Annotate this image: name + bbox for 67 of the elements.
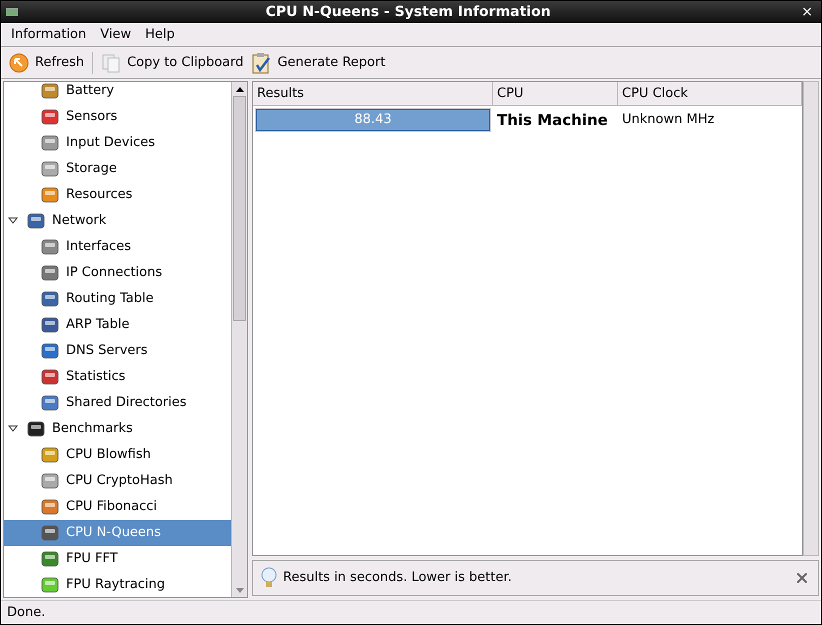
window-title: CPU N-Queens - System Information [264, 2, 552, 22]
tree-item[interactable]: Battery [4, 82, 231, 104]
item-icon [40, 185, 60, 205]
result-value: 88.43 [353, 111, 393, 130]
down-arrow-icon[interactable] [236, 588, 244, 592]
tree-item[interactable]: IP Connections [4, 260, 231, 286]
tree-item[interactable]: Shared Directories [4, 390, 231, 416]
info-text: Results in seconds. Lower is better. [283, 569, 513, 588]
column-header[interactable]: CPU [493, 82, 618, 105]
item-icon [40, 497, 60, 517]
tree-item[interactable]: CPU Blowfish [4, 442, 231, 468]
table-cell-text: Unknown MHz [621, 111, 716, 130]
app-icon [5, 7, 19, 17]
tree-item[interactable]: CPU CryptoHash [4, 468, 231, 494]
column-header[interactable]: Results [253, 82, 493, 105]
item-icon [40, 133, 60, 153]
expander-icon[interactable] [8, 424, 18, 434]
close-button[interactable] [794, 570, 810, 586]
item-icon [40, 159, 60, 179]
item-icon [40, 549, 60, 569]
tree-item[interactable]: Interfaces [4, 234, 231, 260]
item-icon [40, 341, 60, 361]
menu-item[interactable]: Information [11, 24, 86, 44]
toolbar-button[interactable]: Refresh [9, 52, 84, 72]
lightbulb-icon [261, 567, 277, 589]
item-icon [40, 523, 60, 543]
tree-item[interactable]: ARP Table [4, 312, 231, 338]
tree-item[interactable]: Statistics [4, 364, 231, 390]
toolbar-button[interactable]: Generate Report [251, 52, 386, 74]
table-cell-text: This Machine [496, 110, 609, 131]
tree-item[interactable]: CPU N-Queens [4, 520, 231, 546]
tree-item[interactable]: Input Devices [4, 130, 231, 156]
item-icon [40, 445, 60, 465]
tree-item[interactable]: Benchmarks [4, 416, 231, 442]
tree-item[interactable]: FPU FFT [4, 546, 231, 572]
refresh-icon [9, 52, 29, 72]
tree-item[interactable]: DNS Servers [4, 338, 231, 364]
documents-icon [101, 52, 122, 72]
tree-item[interactable]: Routing Table [4, 286, 231, 312]
tree-item[interactable]: Sensors [4, 104, 231, 130]
item-icon [26, 419, 46, 439]
item-icon [40, 289, 60, 309]
item-icon [40, 315, 60, 335]
scrollbar[interactable] [231, 82, 247, 597]
tree-item[interactable]: Network [4, 208, 231, 234]
item-icon [40, 575, 60, 595]
column-header[interactable]: CPU Clock [618, 82, 802, 105]
item-icon [40, 237, 60, 257]
item-icon [40, 367, 60, 387]
menu-item[interactable]: View [100, 24, 132, 44]
menu-item[interactable]: Help [145, 24, 175, 44]
item-icon [26, 211, 46, 231]
status-text: Done. [7, 604, 46, 622]
toolbar-button[interactable]: Copy to Clipboard [101, 52, 244, 72]
expander-icon[interactable] [8, 216, 18, 226]
tree-item[interactable]: Storage [4, 156, 231, 182]
close-button[interactable]: × [797, 2, 817, 22]
tree-item[interactable]: CPU Fibonacci [4, 494, 231, 520]
item-icon [40, 263, 60, 283]
checklist-icon [251, 52, 272, 74]
tree-item[interactable]: FPU Raytracing [4, 572, 231, 597]
tree-item[interactable]: Resources [4, 182, 231, 208]
item-icon [40, 471, 60, 491]
item-icon [40, 107, 60, 127]
item-icon [40, 393, 60, 413]
scrollbar[interactable] [803, 81, 819, 556]
up-arrow-icon[interactable] [236, 86, 244, 92]
